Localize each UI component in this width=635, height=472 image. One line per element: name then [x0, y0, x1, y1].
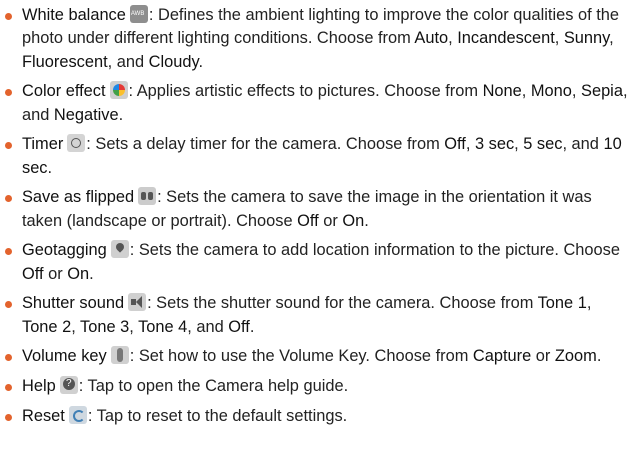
- option: Tone 4: [138, 317, 188, 336]
- bullet: [5, 301, 12, 309]
- list-item-reset: Reset : Tap to reset to the default setti…: [0, 405, 635, 428]
- bullet: [5, 142, 12, 150]
- help-icon: [59, 376, 78, 394]
- separator: ,: [609, 29, 614, 48]
- list-item-help: Help : Tap to open the Camera help guide.: [0, 375, 635, 398]
- option: Tone 3: [80, 317, 130, 336]
- option: Sepia: [581, 82, 623, 101]
- list-item-geotagging: Geotagging : Sets the camera to add locat…: [0, 239, 635, 286]
- option: Off: [22, 264, 44, 283]
- desc-color-effect: : Applies artistic effects to pictures. …: [128, 82, 483, 101]
- separator: ,: [71, 317, 81, 336]
- list-item-shutter-sound: Shutter sound : Sets the shutter sound fo…: [0, 292, 635, 339]
- bullet: [5, 413, 12, 421]
- term-geotagging: Geotagging: [22, 241, 107, 260]
- list-item-timer: Timer : Sets a delay timer for the camera…: [0, 133, 635, 180]
- separator: .: [249, 317, 255, 336]
- separator: ,: [554, 29, 564, 48]
- white-balance-icon: [129, 5, 148, 23]
- separator: .: [364, 211, 369, 230]
- volume-key-icon: [110, 346, 129, 365]
- separator: , and: [107, 52, 149, 71]
- list-item-white-balance: White balance: Defines the ambient light…: [0, 4, 635, 74]
- option: Off: [444, 135, 466, 154]
- option: Auto: [414, 29, 449, 48]
- term-white-balance: White balance: [22, 6, 126, 24]
- color-effect-icon: [109, 81, 128, 100]
- option: Cloudy: [148, 52, 199, 71]
- separator: , and: [562, 135, 604, 154]
- bullet: [5, 248, 12, 256]
- desc-volume-key: : Set how to use the Volume Key. Choose …: [129, 347, 473, 366]
- term-save-as-flipped: Save as flipped: [22, 188, 135, 207]
- separator: .: [89, 264, 94, 283]
- option: Tone 2: [22, 317, 72, 336]
- separator: or: [43, 264, 68, 283]
- separator: .: [47, 158, 53, 177]
- camera-settings-list: White balance: Defines the ambient light…: [0, 4, 635, 434]
- option: Sunny: [563, 29, 610, 48]
- location-pin-icon: [110, 240, 129, 259]
- reset-icon: [68, 405, 87, 424]
- term-shutter-sound: Shutter sound: [22, 294, 125, 313]
- desc-shutter-sound: : Sets the shutter sound for the camera.…: [147, 294, 538, 313]
- option: 3 sec: [474, 135, 515, 154]
- separator: or: [318, 211, 343, 230]
- term-volume-key: Volume key: [22, 347, 107, 366]
- option: Mono: [530, 82, 572, 101]
- shutter-sound-icon: [128, 293, 147, 312]
- separator: ,: [448, 29, 458, 48]
- option: None: [482, 82, 522, 101]
- separator: ,: [586, 294, 592, 313]
- desc-reset: : Tap to reset to the default settings.: [87, 406, 348, 425]
- list-item-color-effect: Color effect : Applies artistic effects t…: [0, 80, 635, 127]
- bullet: [5, 354, 12, 362]
- option: On: [67, 264, 90, 283]
- option: Tone 1: [537, 294, 587, 313]
- separator: .: [596, 347, 602, 366]
- option: Incandescent: [457, 29, 555, 48]
- separator: .: [118, 105, 124, 124]
- timer-icon: [67, 134, 86, 153]
- separator: , and: [187, 317, 229, 336]
- option: Zoom: [554, 347, 597, 366]
- bullet: [5, 89, 12, 97]
- separator: or: [531, 347, 555, 366]
- flip-icon: [138, 187, 157, 206]
- desc-help: : Tap to open the Camera help guide.: [78, 377, 349, 395]
- separator: ,: [514, 135, 524, 154]
- option: On: [342, 211, 365, 230]
- separator: ,: [465, 135, 475, 154]
- term-timer: Timer: [22, 135, 64, 154]
- list-item-volume-key: Volume key : Set how to use the Volume Ke…: [0, 345, 635, 368]
- bullet: [5, 195, 12, 203]
- option: Off: [228, 317, 250, 336]
- option: 5 sec: [523, 135, 563, 154]
- term-reset: Reset: [22, 406, 65, 425]
- option: Fluorescent: [22, 52, 108, 71]
- option: Negative: [53, 105, 119, 124]
- separator: ,: [571, 82, 582, 101]
- term-help: Help: [22, 377, 56, 395]
- desc-timer: : Sets a delay timer for the camera. Cho…: [86, 135, 445, 154]
- separator: ,: [521, 82, 531, 101]
- separator: .: [198, 52, 204, 71]
- term-color-effect: Color effect: [22, 82, 106, 101]
- list-item-save-as-flipped: Save as flipped: Sets the camera to save…: [0, 186, 635, 233]
- option: Off: [297, 211, 319, 230]
- desc-geotagging: : Sets the camera to add location inform…: [129, 241, 620, 260]
- option: Capture: [472, 347, 532, 366]
- separator: ,: [129, 317, 139, 336]
- bullet: [5, 13, 12, 20]
- bullet: [5, 384, 12, 391]
